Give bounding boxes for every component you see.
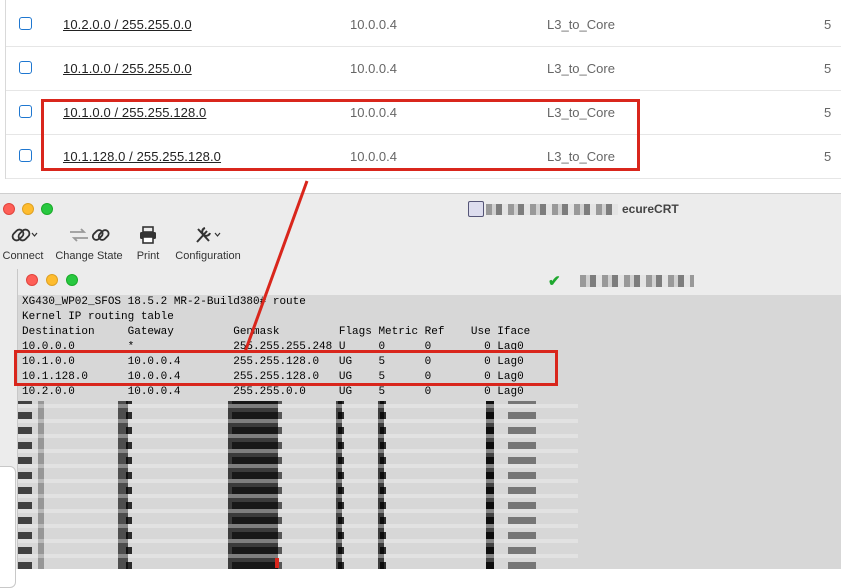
- app-icon: [468, 201, 484, 217]
- route-interface: L3_to_Core: [547, 17, 615, 32]
- print-label: Print: [136, 250, 160, 262]
- redacted-session-name: [580, 275, 694, 287]
- row-checkbox[interactable]: [19, 17, 32, 30]
- configuration-label: Configuration: [175, 250, 241, 262]
- print-button[interactable]: Print: [132, 224, 164, 262]
- session-titlebar: ✔: [18, 269, 841, 296]
- pixelated-redaction: [380, 401, 386, 569]
- printer-icon: [132, 224, 164, 246]
- pixelated-redaction: [508, 401, 536, 569]
- configuration-button[interactable]: Configuration: [170, 224, 246, 262]
- highlight-box-web-routes: [41, 99, 640, 171]
- session-window: ✔ XG430_WP02_SFOS 18.5.2 MR-2-Build380# …: [17, 269, 841, 569]
- route-metric: 5: [824, 17, 832, 32]
- minimize-window-button[interactable]: [22, 203, 34, 215]
- route-metric: 5: [824, 61, 832, 76]
- tools-icon: [170, 224, 246, 246]
- redacted-title: [486, 204, 618, 215]
- highlight-box-terminal-routes: [14, 350, 558, 386]
- route-network-link[interactable]: 10.1.0.0 / 255.255.0.0: [63, 61, 192, 76]
- pixelated-redaction: [338, 401, 344, 569]
- route-network-link[interactable]: 10.2.0.0 / 255.255.0.0: [63, 17, 192, 32]
- close-window-button[interactable]: [3, 203, 15, 215]
- pixelated-redaction: [18, 401, 32, 569]
- terminal-output[interactable]: XG430_WP02_SFOS 18.5.2 MR-2-Build380# ro…: [18, 295, 841, 569]
- pixelated-redaction: [486, 401, 494, 569]
- link-icon: [0, 224, 46, 246]
- pixelated-redaction: [126, 401, 132, 569]
- zoom-window-button[interactable]: [41, 203, 53, 215]
- refresh-link-icon: [52, 224, 126, 246]
- change-state-button[interactable]: Change State: [52, 224, 126, 262]
- background-window-edge: [0, 466, 16, 588]
- terminal-line: 10.2.0.0 10.0.0.4 255.255.0.0 UG 5 0 0 L…: [22, 386, 524, 398]
- route-gateway: 10.0.0.4: [350, 17, 397, 32]
- table-row: 10.2.0.0 / 255.255.0.0 10.0.0.4 L3_to_Co…: [6, 2, 841, 47]
- route-interface: L3_to_Core: [547, 61, 615, 76]
- row-checkbox[interactable]: [19, 149, 32, 162]
- row-checkbox[interactable]: [19, 61, 32, 74]
- row-checkbox[interactable]: [19, 105, 32, 118]
- route-metric: 5: [824, 105, 832, 120]
- route-metric: 5: [824, 149, 832, 164]
- change-state-label: Change State: [55, 250, 123, 262]
- connect-label: Connect: [2, 250, 44, 262]
- terminal-line: Kernel IP routing table: [22, 311, 174, 323]
- terminal-line: Destination Gateway Genmask Flags Metric…: [22, 326, 531, 338]
- session-zoom-button[interactable]: [66, 274, 78, 286]
- session-close-button[interactable]: [26, 274, 38, 286]
- pixelated-redaction: [18, 401, 578, 569]
- terminal-line: XG430_WP02_SFOS 18.5.2 MR-2-Build380# ro…: [22, 296, 306, 308]
- route-gateway: 10.0.0.4: [350, 61, 397, 76]
- window-title: ecureCRT: [622, 202, 679, 216]
- session-minimize-button[interactable]: [46, 274, 58, 286]
- table-row: 10.1.0.0 / 255.255.0.0 10.0.0.4 L3_to_Co…: [6, 46, 841, 91]
- connect-button[interactable]: Connect: [0, 224, 46, 262]
- connected-check-icon: ✔: [548, 273, 561, 290]
- pixelated-redaction: [232, 401, 282, 569]
